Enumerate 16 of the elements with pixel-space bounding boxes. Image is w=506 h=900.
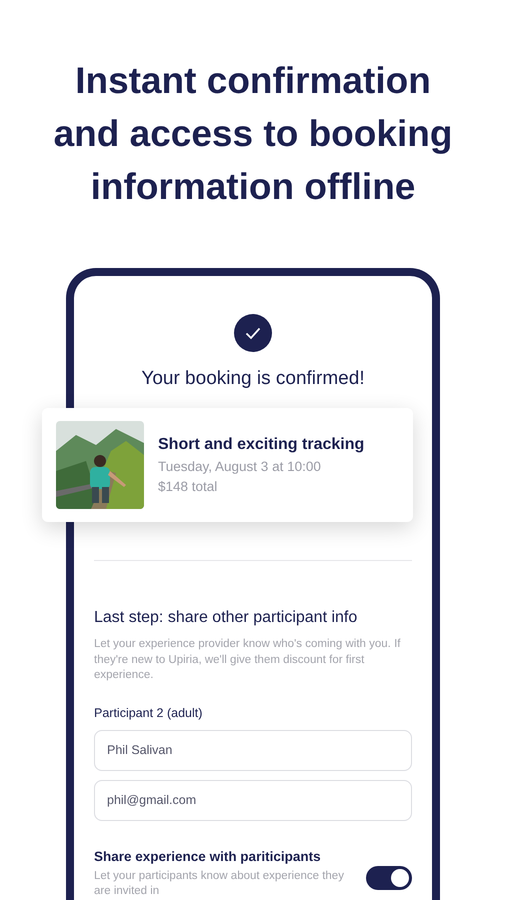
share-description: Let your participants know about experience they are invited in [94, 868, 344, 898]
toggle-switch[interactable] [366, 866, 412, 890]
headline-text: information offline [90, 165, 416, 209]
headline-text: and access to booking [54, 112, 452, 156]
input-field[interactable]: Phil Salivan [94, 730, 412, 770]
check-icon [234, 314, 272, 352]
participant-label: Participant 2 (adult) [94, 706, 204, 720]
booking-price: $148 total [158, 479, 218, 494]
section-description: Let your experience provider know who's coming with you. If they're new to Upiria, we'll give them discount for first experience. [94, 637, 402, 683]
share-title: Share experience with pariticipants [94, 848, 322, 864]
input-field[interactable]: phil@gmail.com [94, 780, 412, 820]
booking-title: Short and exciting tracking [158, 436, 364, 454]
section-heading: Last step: share other participant info [94, 609, 358, 627]
headline-text: Instant confirmation [75, 59, 431, 103]
confirmation-title: Your booking is confirmed! [141, 368, 365, 390]
booking-date: Tuesday, August 3 at 10:00 [158, 459, 322, 474]
